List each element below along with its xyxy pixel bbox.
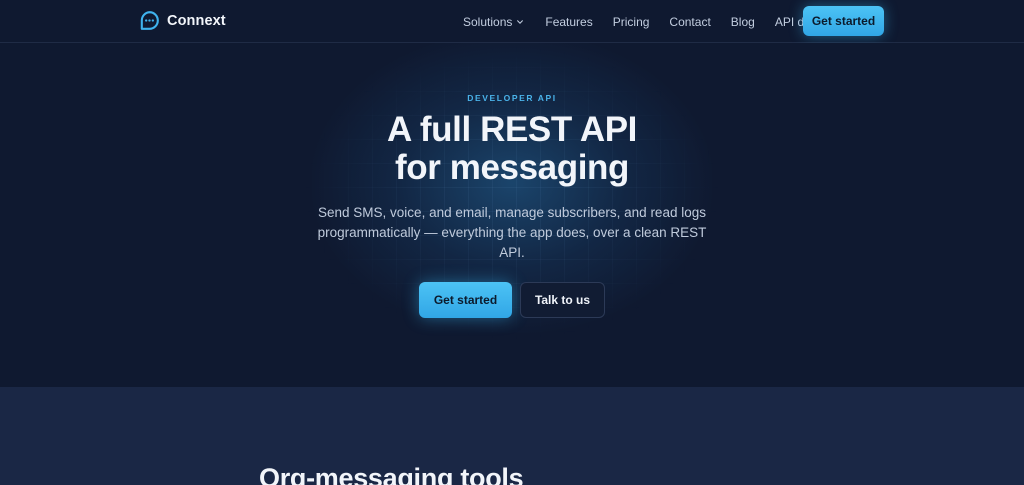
hero-title-line-1: A full REST API [386,110,638,149]
nav-item-features[interactable]: Features [545,15,592,29]
hero-grid-pattern [300,43,724,343]
tools-section: Org-messaging tools [0,387,1024,485]
hero-subtitle: Send SMS, voice, and email, manage subsc… [317,205,707,260]
hero-eyebrow: DEVELOPER API [467,93,557,103]
chevron-down-icon [517,19,524,24]
hero-get-started-button[interactable]: Get started [419,282,512,318]
chat-bubble-icon [140,11,159,30]
nav-item-contact[interactable]: Contact [669,15,710,29]
nav-item-pricing[interactable]: Pricing [613,15,650,29]
nav-item-label: Solutions [463,14,513,29]
nav-item-solutions[interactable]: Solutions [463,15,524,29]
hero-talk-to-us-button[interactable]: Talk to us [520,282,605,318]
hero-title: A full REST API for messaging [0,111,1024,187]
nav-item-blog[interactable]: Blog [731,15,755,29]
section-title: Org-messaging tools [259,463,524,485]
hero-section: DEVELOPER API A full REST API for messag… [0,43,1024,387]
hero-title-line-2: for messaging [394,148,630,187]
brand-logo-link[interactable]: Connext [139,10,226,31]
brand-name: Connext [167,12,226,29]
main-nav: Solutions Features Pricing Contact Blog … [463,0,823,43]
top-navbar: Connext Solutions Features Pricing Conta… [0,0,1024,43]
header-get-started-button[interactable]: Get started [803,6,884,36]
page: Connext Solutions Features Pricing Conta… [0,0,1024,485]
